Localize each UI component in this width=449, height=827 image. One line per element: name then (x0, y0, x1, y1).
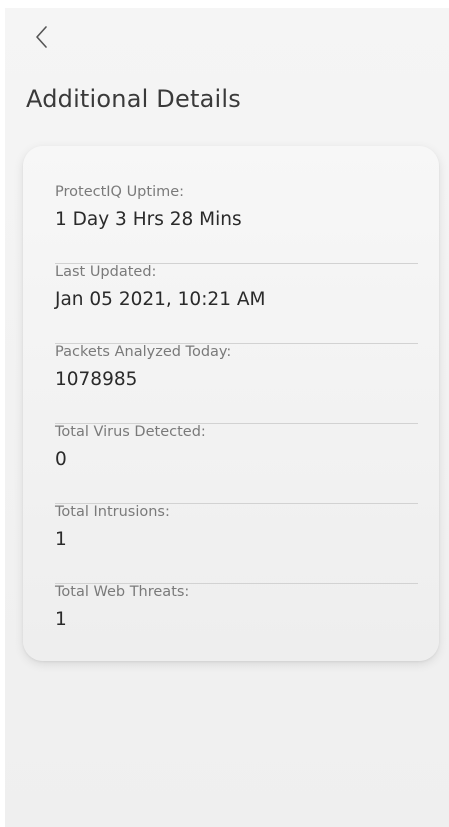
back-button[interactable] (29, 24, 55, 50)
detail-value: 1 (55, 529, 67, 550)
detail-label: Total Virus Detected: (55, 424, 206, 440)
detail-label: Packets Analyzed Today: (55, 344, 232, 360)
app-screen: Additional Details ProtectIQ Uptime: 1 D… (5, 8, 449, 827)
detail-label: ProtectIQ Uptime: (55, 184, 185, 200)
detail-label: Total Web Threats: (55, 584, 190, 600)
chevron-left-icon (36, 26, 47, 48)
detail-label: Total Intrusions: (55, 504, 170, 520)
detail-value: 0 (55, 449, 67, 470)
page-title: Additional Details (26, 85, 241, 113)
detail-value: 1 Day 3 Hrs 28 Mins (55, 209, 242, 230)
detail-value: 1 (55, 609, 67, 630)
detail-row-uptime: ProtectIQ Uptime: 1 Day 3 Hrs 28 Mins (55, 184, 418, 264)
detail-row-intrusions: Total Intrusions: 1 (55, 504, 418, 584)
details-list: ProtectIQ Uptime: 1 Day 3 Hrs 28 Mins La… (55, 184, 418, 664)
detail-row-last-updated: Last Updated: Jan 05 2021, 10:21 AM (55, 264, 418, 344)
detail-value: Jan 05 2021, 10:21 AM (55, 289, 266, 310)
detail-row-packets-analyzed: Packets Analyzed Today: 1078985 (55, 344, 418, 424)
detail-label: Last Updated: (55, 264, 157, 280)
detail-value: 1078985 (55, 369, 138, 390)
detail-row-virus-detected: Total Virus Detected: 0 (55, 424, 418, 504)
details-card: ProtectIQ Uptime: 1 Day 3 Hrs 28 Mins La… (23, 146, 439, 661)
detail-row-web-threats: Total Web Threats: 1 (55, 584, 418, 664)
